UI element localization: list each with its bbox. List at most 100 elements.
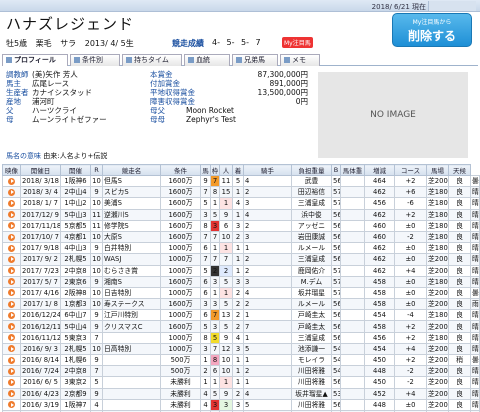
- date-cell[interactable]: 2017/ 7/23: [20, 264, 61, 277]
- race-name-cell[interactable]: 修学院S: [102, 219, 161, 232]
- race-name-cell[interactable]: 美浦S: [102, 197, 161, 210]
- video-cell[interactable]: [2, 398, 21, 411]
- race-name-cell[interactable]: 逆瀬川S: [102, 208, 161, 221]
- race-name-cell[interactable]: 寿ステークス: [102, 298, 161, 311]
- video-cell[interactable]: [2, 342, 21, 356]
- video-cell[interactable]: [2, 174, 21, 188]
- play-video-icon[interactable]: [8, 233, 15, 241]
- weight-carried-cell[interactable]: 田辺裕信: [291, 186, 332, 199]
- weight-carried-cell[interactable]: ルメール: [291, 242, 332, 255]
- play-video-icon[interactable]: [8, 199, 15, 207]
- table-row[interactable]: 2017/ 9/ 22札幌510WASJ1000万77712三浦皇成56.046…: [2, 253, 480, 266]
- date-cell[interactable]: 2017/ 9/18: [20, 242, 61, 255]
- date-cell[interactable]: 2018/ 3/ 4: [20, 186, 61, 199]
- video-cell[interactable]: [2, 365, 21, 378]
- play-video-icon[interactable]: [8, 311, 15, 319]
- race-name-cell[interactable]: 但馬S: [102, 174, 161, 188]
- weight-carried-cell[interactable]: 三浦皇成: [291, 331, 332, 344]
- race-name-cell[interactable]: 江戸川特別: [102, 309, 161, 322]
- table-row[interactable]: 2018/ 1/ 71中山210美浦S1600万51143三浦皇成57.0 456…: [2, 197, 480, 210]
- tab-memo[interactable]: メモ: [280, 54, 320, 66]
- play-video-icon[interactable]: [8, 222, 15, 230]
- play-video-icon[interactable]: [8, 356, 15, 364]
- race-name-cell[interactable]: 白井特別: [102, 242, 161, 255]
- table-row[interactable]: 2016/12/246中山79江戸川特別1000万671321戸崎圭太56.0 4…: [2, 309, 480, 322]
- col-weight-carried[interactable]: 負担重量: [291, 164, 332, 176]
- weight-carried-cell[interactable]: 鹿岡佑介: [291, 264, 332, 277]
- table-row[interactable]: 2016/ 9/ 32札幌510日高特別1000万371235池添謙一54.04…: [2, 342, 480, 356]
- play-video-icon[interactable]: [8, 323, 15, 331]
- date-cell[interactable]: 2016/ 7/24: [20, 365, 61, 378]
- col-gate[interactable]: 枠: [210, 164, 220, 176]
- race-name-cell[interactable]: スピカS: [102, 186, 161, 199]
- table-row[interactable]: 2017/ 7/232中京810むらさき賞1000万52212鹿岡佑介57.04…: [2, 264, 480, 277]
- tab-pedigree[interactable]: 血統: [184, 54, 230, 66]
- weight-carried-cell[interactable]: アッゼニ: [291, 219, 332, 232]
- table-row[interactable]: 2016/ 4/232京都99未勝利45924坂井瑠星▲53.0452+4芝20…: [2, 387, 480, 400]
- weight-carried-cell[interactable]: モレイラ: [291, 353, 332, 367]
- video-cell[interactable]: [2, 264, 21, 277]
- weight-carried-cell[interactable]: 武豊: [291, 174, 332, 188]
- video-cell[interactable]: [2, 242, 21, 255]
- table-row[interactable]: 2016/ 8/141札幌69500万181011モレイラ54.0450+2芝2…: [2, 353, 480, 367]
- play-video-icon[interactable]: [8, 345, 15, 353]
- date-cell[interactable]: 2016/ 6/ 5: [20, 376, 61, 389]
- table-row[interactable]: 2016/12/115中山49クリスマスC1600万53527戸崎圭太56.04…: [2, 320, 480, 333]
- race-name-cell[interactable]: [102, 365, 161, 378]
- video-cell[interactable]: [2, 208, 21, 221]
- col-track[interactable]: 馬場: [426, 164, 449, 176]
- tab-siblings[interactable]: 兄弟馬: [232, 54, 278, 66]
- play-video-icon[interactable]: [8, 255, 15, 263]
- date-cell[interactable]: 2016/ 9/ 3: [20, 342, 61, 356]
- weight-carried-cell[interactable]: 川田将雅: [291, 376, 332, 389]
- date-cell[interactable]: 2016/12/24: [20, 309, 61, 322]
- table-row[interactable]: 2017/10/ 74京都110大原S1600万771023岩田康誠56.046…: [2, 230, 480, 244]
- race-name-cell[interactable]: [102, 398, 161, 411]
- col-course[interactable]: コース: [394, 164, 427, 176]
- video-cell[interactable]: [2, 219, 21, 232]
- play-video-icon[interactable]: [8, 244, 15, 252]
- col-video[interactable]: 映像: [2, 164, 21, 176]
- weight-carried-cell[interactable]: 坂井瑠星▲: [291, 387, 332, 400]
- col-blinker[interactable]: B: [331, 164, 341, 176]
- table-row[interactable]: 2016/ 7/242中京87500万261012川田将雅54.0448-2芝2…: [2, 365, 480, 378]
- video-cell[interactable]: [2, 230, 21, 244]
- col-popularity[interactable]: 人: [219, 164, 233, 176]
- table-row[interactable]: 2016/ 3/191阪神74未勝利43335川田将雅56.0448±0芝200…: [2, 398, 480, 411]
- video-cell[interactable]: [2, 186, 21, 199]
- play-video-icon[interactable]: [8, 211, 15, 219]
- date-cell[interactable]: 2017/ 4/16: [20, 286, 61, 300]
- video-cell[interactable]: [2, 309, 21, 322]
- weight-carried-cell[interactable]: M.デム: [291, 275, 332, 288]
- window-controls[interactable]: [428, 1, 476, 11]
- date-cell[interactable]: 2016/ 4/23: [20, 387, 61, 400]
- video-cell[interactable]: [2, 286, 21, 300]
- video-cell[interactable]: [2, 331, 21, 344]
- tab-times[interactable]: 持ちタイム: [122, 54, 182, 66]
- play-video-icon[interactable]: [8, 267, 15, 275]
- col-race-name[interactable]: 競走名: [102, 164, 161, 176]
- play-video-icon[interactable]: [8, 177, 15, 185]
- play-video-icon[interactable]: [8, 367, 15, 375]
- table-row[interactable]: 2017/ 9/184中山39白井特別1000万61111ルメール56.0462…: [2, 242, 480, 255]
- col-jockey[interactable]: 騎手: [243, 164, 292, 176]
- play-video-icon[interactable]: [8, 401, 15, 409]
- race-name-cell[interactable]: むらさき賞: [102, 264, 161, 277]
- date-cell[interactable]: 2016/11/12: [20, 331, 61, 344]
- weight-carried-cell[interactable]: 川田将雅: [291, 398, 332, 411]
- remove-favorite-button[interactable]: My注目馬から 削除する: [392, 13, 472, 47]
- table-row[interactable]: 2017/ 1/ 81京都310寿ステークス1600万33522ルメール56.0…: [2, 298, 480, 311]
- tab-conditions[interactable]: 条件別: [70, 54, 120, 66]
- video-cell[interactable]: [2, 387, 21, 400]
- weight-carried-cell[interactable]: 坂井瑠星: [291, 286, 332, 300]
- col-finish[interactable]: 着: [232, 164, 244, 176]
- table-row[interactable]: 2017/ 4/162阪神810日吉特別1000万61124坂井瑠星57.0 45…: [2, 286, 480, 300]
- race-name-cell[interactable]: [102, 387, 161, 400]
- video-cell[interactable]: [2, 320, 21, 333]
- weight-carried-cell[interactable]: ルメール: [291, 298, 332, 311]
- date-cell[interactable]: 2016/ 3/19: [20, 398, 61, 411]
- table-row[interactable]: 2017/ 5/ 72東京69湘南S1600万63533M.デム57.0458±…: [2, 275, 480, 288]
- play-video-icon[interactable]: [8, 378, 15, 386]
- play-video-icon[interactable]: [8, 390, 15, 398]
- play-video-icon[interactable]: [8, 300, 15, 308]
